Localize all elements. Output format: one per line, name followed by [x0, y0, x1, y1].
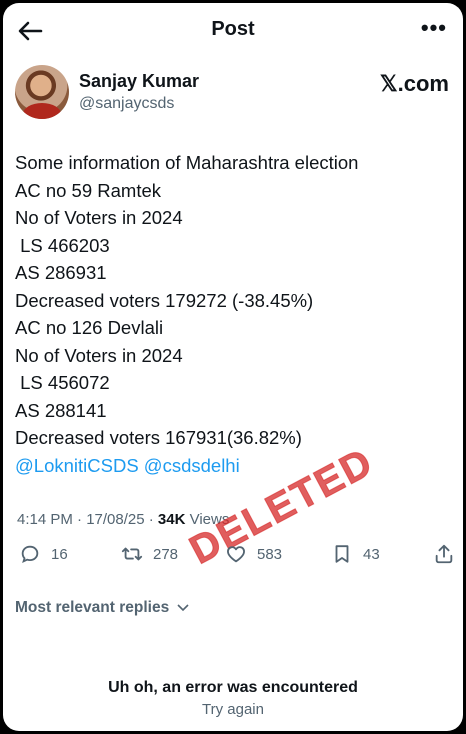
reply-count: 16	[51, 545, 68, 563]
chevron-down-icon	[176, 604, 189, 612]
repost-count: 278	[153, 545, 179, 563]
more-options-button[interactable]: •••	[421, 15, 447, 41]
bookmark-icon	[335, 545, 349, 563]
post-meta: 4:14 PM · 17/08/25 · 34K Views	[17, 511, 229, 528]
post-line: No of Voters in 2024	[15, 344, 183, 366]
replies-sort-dropdown[interactable]: Most relevant replies	[15, 599, 189, 617]
views-count[interactable]: 34K	[158, 511, 186, 528]
post-line: No of Voters in 2024	[15, 207, 183, 228]
avatar-shirt	[23, 103, 61, 119]
post-line: LS 456072	[15, 372, 110, 393]
post-line: AS 286931	[15, 262, 107, 283]
repost-button[interactable]: 278	[121, 543, 178, 565]
page-title: Post	[211, 18, 255, 40]
author-handle[interactable]: @sanjaycsds	[79, 95, 174, 113]
mentions-link[interactable]: @LoknitiCSDS @csdsdelhi	[15, 452, 455, 480]
bookmark-button[interactable]: 43	[331, 543, 380, 565]
share-button[interactable]	[433, 543, 455, 565]
post-text: Some information of Maharashtra election…	[15, 149, 455, 479]
error-message: Uh oh, an error was encountered	[108, 679, 358, 696]
post-line: Decreased voters 179272 (-38.45%)	[15, 289, 314, 311]
avatar[interactable]	[15, 65, 69, 119]
share-icon	[435, 544, 453, 564]
like-count: 583	[257, 545, 283, 563]
reply-button[interactable]: 16	[19, 543, 68, 565]
post-line: AS 288141	[15, 399, 107, 421]
action-bar: 16 278 583 43	[3, 543, 463, 577]
author-name[interactable]: Sanjay Kumar	[79, 71, 199, 92]
bookmark-count: 43	[363, 545, 380, 563]
try-again-link[interactable]: Try again	[3, 701, 463, 718]
post-line: Decreased voters 167931(36.82%)	[15, 427, 302, 448]
post-line: Some information of Maharashtra election	[15, 152, 359, 173]
like-button[interactable]: 583	[225, 543, 282, 565]
x-logo: 𝕏.com	[379, 71, 449, 96]
post-line: AC no 126 Devlali	[15, 317, 164, 338]
top-bar: Post •••	[3, 3, 463, 59]
replies-sort-label: Most relevant replies	[15, 599, 170, 616]
reply-icon	[21, 545, 39, 564]
post-timestamp: 4:14 PM · 17/08/25 ·	[17, 511, 158, 528]
more-horizontal-icon: •••	[420, 15, 447, 40]
post-line: LS 466203	[15, 234, 110, 256]
heart-icon	[227, 546, 245, 563]
repost-icon	[121, 547, 143, 561]
views-label: Views	[185, 511, 230, 528]
post-screen: Post ••• Sanjay Kumar @sanjaycsds 𝕏.com …	[3, 3, 463, 731]
post-line: AC no 59 Ramtek	[15, 179, 162, 201]
